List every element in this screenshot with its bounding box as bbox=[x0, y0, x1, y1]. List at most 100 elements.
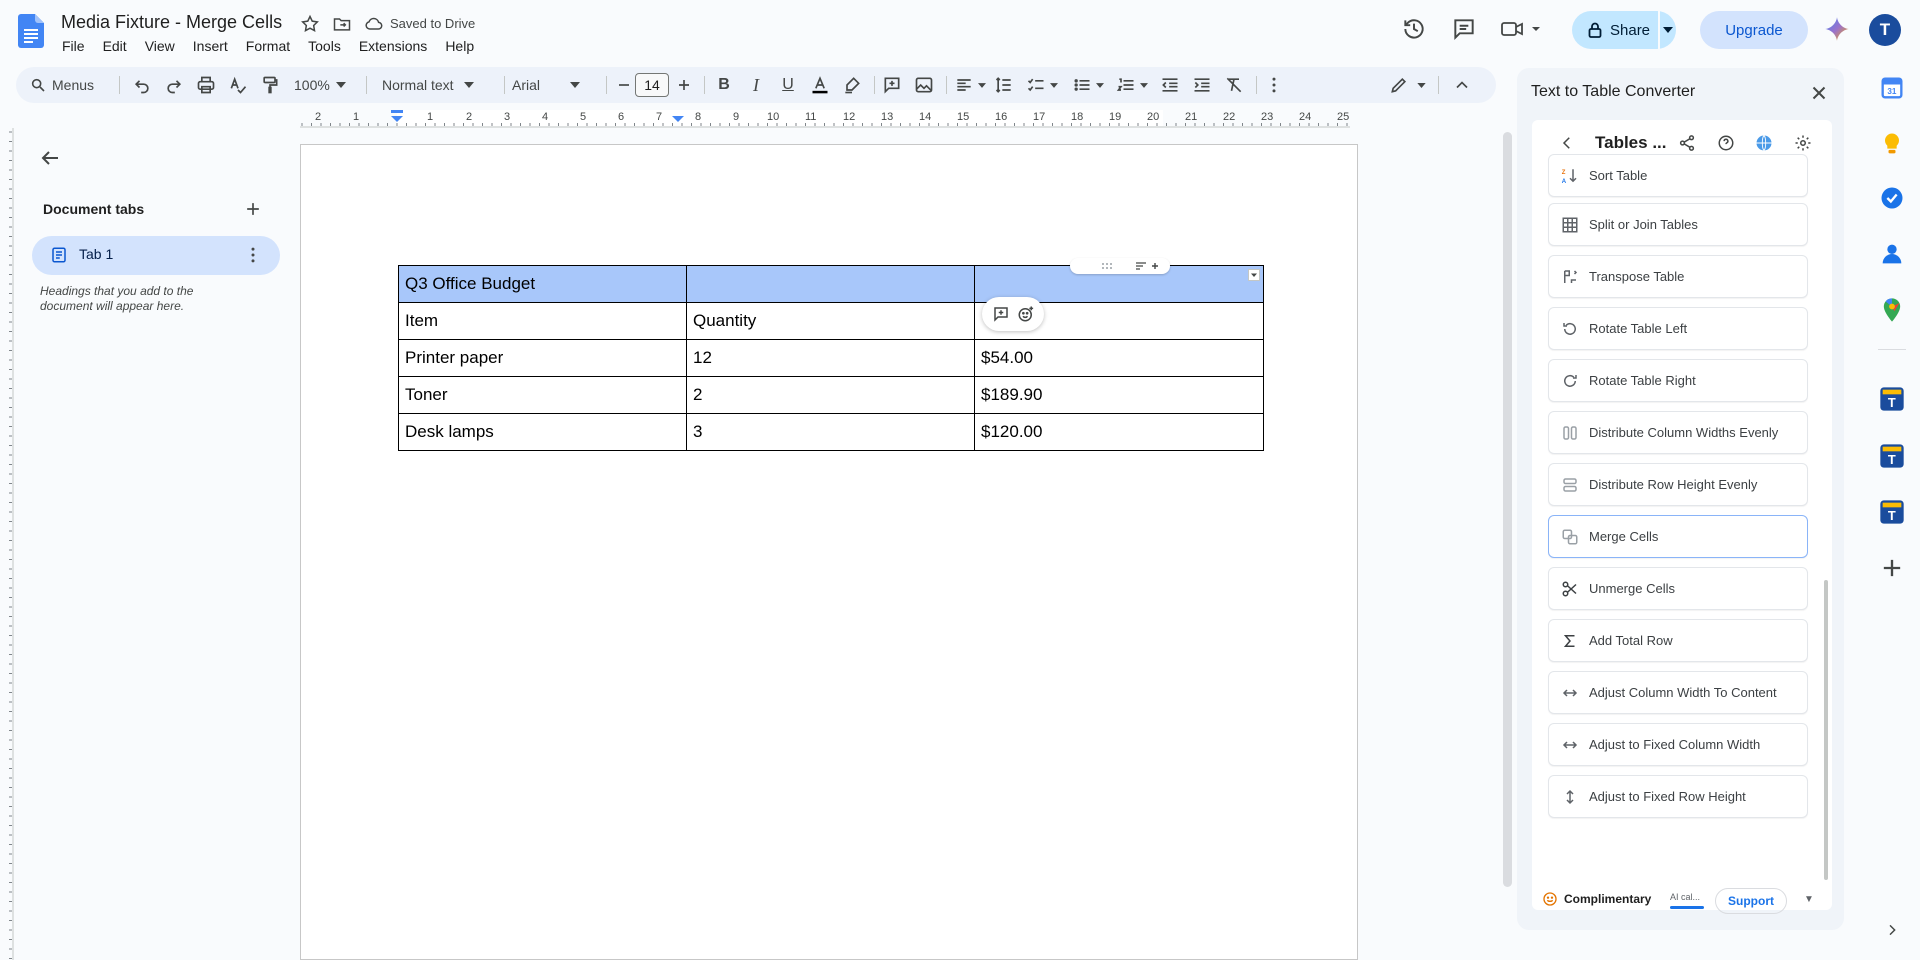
underline-icon[interactable]: U bbox=[778, 67, 798, 103]
document-page[interactable]: Q3 Office Budget Item Quantity Printer p… bbox=[300, 144, 1358, 960]
table-cell[interactable]: $120.00 bbox=[974, 413, 1264, 451]
highlight-icon[interactable] bbox=[842, 67, 862, 103]
add-emoji-reaction-icon[interactable] bbox=[1017, 305, 1035, 323]
distribute-columns-button[interactable]: Distribute Column Widths Evenly bbox=[1548, 411, 1808, 454]
docs-logo-icon[interactable] bbox=[18, 14, 44, 48]
style-select[interactable]: Normal text bbox=[382, 67, 474, 103]
share-dropdown-icon[interactable] bbox=[1660, 11, 1676, 49]
comments-icon[interactable] bbox=[1451, 16, 1477, 42]
tab-more-options-icon[interactable] bbox=[243, 244, 263, 266]
align-select[interactable] bbox=[954, 67, 986, 103]
font-size-field[interactable]: 14 bbox=[635, 67, 669, 103]
table-cell[interactable] bbox=[686, 265, 975, 303]
spellcheck-icon[interactable] bbox=[228, 67, 248, 103]
paint-format-icon[interactable] bbox=[260, 67, 280, 103]
checklist-select[interactable] bbox=[1026, 67, 1058, 103]
tasks-icon[interactable] bbox=[1878, 184, 1906, 212]
share-button[interactable]: Share bbox=[1572, 11, 1676, 49]
undo-icon[interactable] bbox=[132, 67, 152, 103]
cloud-saved-icon[interactable] bbox=[364, 14, 384, 34]
transpose-table-button[interactable]: Transpose Table bbox=[1548, 255, 1808, 298]
table-cell[interactable]: Printer paper bbox=[398, 339, 687, 377]
bulleted-list-select[interactable] bbox=[1072, 67, 1104, 103]
close-icon[interactable] bbox=[1808, 82, 1830, 104]
split-join-tables-button[interactable]: Split or Join Tables bbox=[1548, 203, 1808, 246]
add-total-row-button[interactable]: Add Total Row bbox=[1548, 619, 1808, 662]
zoom-select[interactable]: 100% bbox=[294, 67, 346, 103]
add-comment-icon[interactable] bbox=[992, 305, 1010, 323]
maps-icon[interactable] bbox=[1878, 296, 1906, 324]
table-cell[interactable]: 12 bbox=[686, 339, 975, 377]
insert-image-icon[interactable] bbox=[914, 67, 934, 103]
adjust-width-content-button[interactable]: Adjust Column Width To Content bbox=[1548, 671, 1808, 714]
gemini-sparkle-icon[interactable] bbox=[1824, 16, 1850, 42]
table-cell[interactable]: Toner bbox=[398, 376, 687, 414]
vertical-ruler[interactable] bbox=[0, 128, 14, 960]
text-color-icon[interactable] bbox=[810, 67, 830, 103]
adjust-fixed-width-button[interactable]: Adjust to Fixed Column Width bbox=[1548, 723, 1808, 766]
table-cell[interactable]: Item bbox=[398, 302, 687, 340]
decrease-font-size-icon[interactable] bbox=[614, 67, 634, 103]
upgrade-button[interactable]: Upgrade bbox=[1700, 11, 1808, 49]
keep-icon[interactable] bbox=[1878, 130, 1906, 158]
table-cell[interactable]: Desk lamps bbox=[398, 413, 687, 451]
account-avatar[interactable]: T bbox=[1869, 14, 1901, 46]
decrease-indent-icon[interactable] bbox=[1160, 67, 1180, 103]
merge-cells-button[interactable]: Merge Cells bbox=[1548, 515, 1808, 558]
line-spacing-icon[interactable] bbox=[994, 67, 1014, 103]
adjust-fixed-height-button[interactable]: Adjust to Fixed Row Height bbox=[1548, 775, 1808, 818]
print-icon[interactable] bbox=[196, 67, 216, 103]
font-size-value[interactable]: 14 bbox=[635, 73, 669, 97]
rotate-left-button[interactable]: Rotate Table Left bbox=[1548, 307, 1808, 350]
table-addon-icon[interactable]: T bbox=[1878, 498, 1906, 526]
insert-comment-icon[interactable] bbox=[882, 67, 902, 103]
font-select[interactable]: Arial bbox=[512, 67, 581, 103]
menu-format[interactable]: Format bbox=[237, 37, 299, 55]
back-chevron-icon[interactable] bbox=[1558, 134, 1576, 152]
document-title[interactable]: Media Fixture - Merge Cells bbox=[61, 12, 282, 33]
menus-search[interactable]: Menus bbox=[30, 67, 94, 103]
menu-extensions[interactable]: Extensions bbox=[350, 37, 436, 55]
table-cell[interactable]: Quantity bbox=[686, 302, 975, 340]
expand-rail-chevron-icon[interactable] bbox=[1884, 922, 1900, 938]
move-folder-icon[interactable] bbox=[332, 14, 352, 34]
collapse-toolbar-icon[interactable] bbox=[1452, 67, 1472, 103]
menu-tools[interactable]: Tools bbox=[299, 37, 350, 55]
sort-table-button[interactable]: ZA Sort Table bbox=[1548, 154, 1808, 197]
star-icon[interactable] bbox=[300, 14, 320, 34]
table-cell[interactable]: Q3 Office Budget bbox=[398, 265, 687, 303]
clear-formatting-icon[interactable] bbox=[1224, 67, 1244, 103]
menu-view[interactable]: View bbox=[136, 37, 184, 55]
unmerge-cells-button[interactable]: Unmerge Cells bbox=[1548, 567, 1808, 610]
menu-help[interactable]: Help bbox=[436, 37, 483, 55]
increase-font-size-icon[interactable] bbox=[674, 67, 694, 103]
table-handle-bar[interactable] bbox=[1070, 258, 1170, 274]
version-history-icon[interactable] bbox=[1401, 16, 1427, 42]
panel-scrollbar[interactable] bbox=[1824, 580, 1828, 880]
redo-icon[interactable] bbox=[164, 67, 184, 103]
table-cell[interactable]: 3 bbox=[686, 413, 975, 451]
support-button[interactable]: Support bbox=[1715, 888, 1787, 914]
share-icon[interactable] bbox=[1678, 134, 1696, 152]
horizontal-ruler[interactable]: 2 1 1 2 3 4 5 6 7 8 9 10 11 12 13 14 15 … bbox=[300, 108, 1350, 128]
share-main[interactable]: Share bbox=[1572, 11, 1657, 49]
distribute-rows-button[interactable]: Distribute Row Height Evenly bbox=[1548, 463, 1808, 506]
rotate-right-button[interactable]: Rotate Table Right bbox=[1548, 359, 1808, 402]
increase-indent-icon[interactable] bbox=[1192, 67, 1212, 103]
italic-icon[interactable]: I bbox=[746, 67, 766, 103]
contacts-icon[interactable] bbox=[1878, 240, 1906, 268]
menu-insert[interactable]: Insert bbox=[184, 37, 237, 55]
numbered-list-select[interactable] bbox=[1116, 67, 1148, 103]
calendar-icon[interactable]: 31 bbox=[1878, 74, 1906, 102]
menu-file[interactable]: File bbox=[52, 37, 94, 55]
meet-video-icon[interactable] bbox=[1500, 16, 1544, 42]
menu-edit[interactable]: Edit bbox=[94, 37, 136, 55]
add-tab-icon[interactable] bbox=[243, 199, 263, 219]
gear-icon[interactable] bbox=[1794, 134, 1812, 152]
table-addon-icon[interactable]: T bbox=[1878, 385, 1906, 413]
table-cell[interactable]: $54.00 bbox=[974, 339, 1264, 377]
editing-mode-select[interactable] bbox=[1389, 67, 1426, 103]
tab-1-label[interactable]: Tab 1 bbox=[79, 246, 113, 262]
table-addon-icon[interactable]: T bbox=[1878, 442, 1906, 470]
get-addons-plus-icon[interactable] bbox=[1878, 554, 1906, 582]
